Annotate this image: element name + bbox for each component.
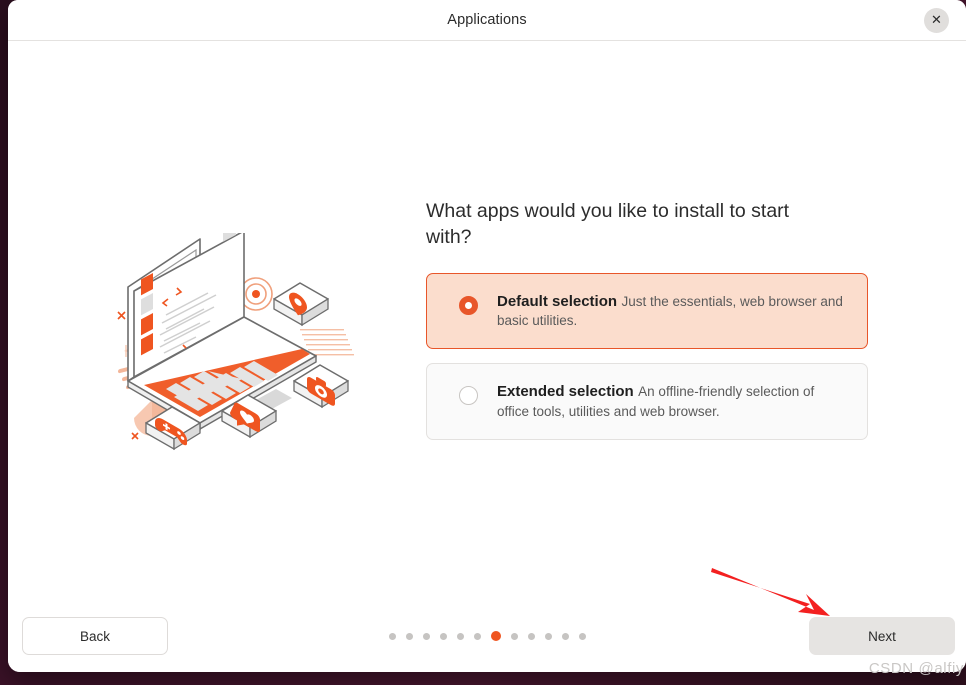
window-title: Applications — [447, 12, 527, 28]
radio-default-selection[interactable] — [459, 295, 478, 315]
back-button[interactable]: Back — [22, 617, 168, 655]
pagination-dot — [527, 632, 535, 640]
pagination-dot-active — [490, 631, 501, 641]
pagination-dot — [510, 632, 518, 640]
page-title: What apps would you like to install to s… — [426, 200, 790, 248]
option-extended-selection-title: Extended selection — [497, 383, 634, 401]
window-titlebar: Applications ✕ — [8, 0, 966, 41]
radio-extended-selection[interactable] — [459, 386, 478, 406]
pagination-dot — [388, 632, 396, 640]
option-default-selection-title: Default selection — [497, 292, 618, 310]
pagination-dot — [422, 632, 430, 640]
camera-tile — [293, 364, 349, 409]
close-button[interactable]: ✕ — [924, 8, 949, 33]
pagination-dot — [439, 632, 447, 640]
option-extended-selection-text: Extended selection An offline-friendly s… — [497, 382, 847, 421]
option-extended-selection[interactable]: Extended selection An offline-friendly s… — [426, 363, 868, 441]
option-default-selection[interactable]: Default selection Just the essentials, w… — [426, 272, 868, 350]
option-default-selection-text: Default selection Just the essentials, w… — [497, 292, 847, 331]
map-pin-tile — [273, 282, 329, 327]
pagination-dot — [456, 632, 464, 640]
window-content: What apps would you like to install to s… — [8, 41, 966, 607]
window-footer: Back Next — [8, 607, 966, 672]
pagination-dot — [578, 632, 586, 640]
app-selection-group: What apps would you like to install to s… — [426, 199, 868, 454]
pagination-dot — [405, 632, 413, 640]
pagination-dot — [561, 632, 569, 640]
laptop-illustration — [127, 233, 317, 431]
next-button[interactable]: Next — [809, 617, 955, 655]
pagination-dot — [544, 632, 552, 640]
pagination-dot — [473, 632, 481, 640]
apps-illustration — [104, 233, 360, 463]
desktop-background: Applications ✕ What apps would you like … — [0, 0, 966, 685]
close-icon: ✕ — [931, 13, 942, 28]
applications-window: Applications ✕ What apps would you like … — [8, 0, 966, 672]
